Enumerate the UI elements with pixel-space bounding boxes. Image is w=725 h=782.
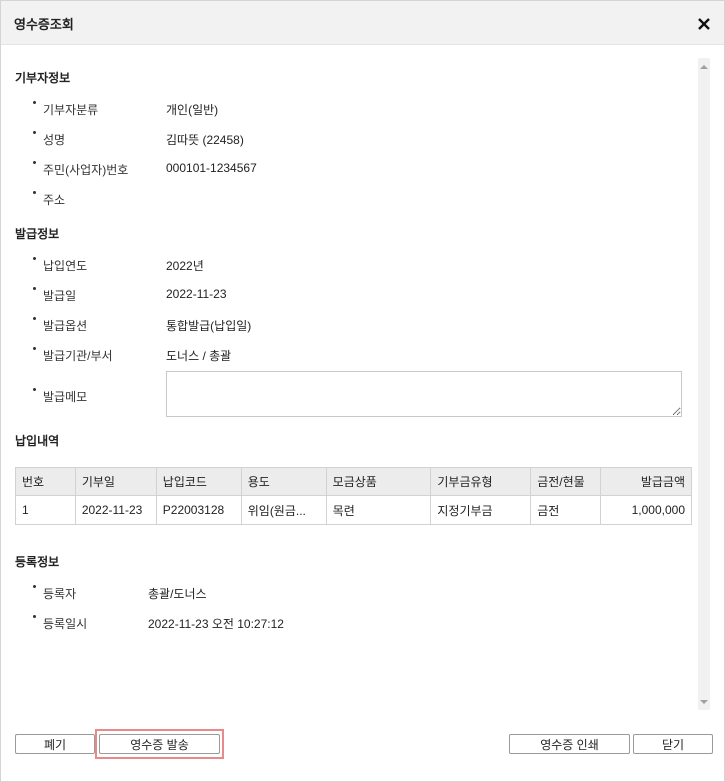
- value-registrant: 총괄/도너스: [148, 587, 207, 601]
- value-issue-option: 통합발급(납입일): [166, 319, 252, 333]
- label-issue-option: 발급옵션: [33, 317, 87, 334]
- column-header[interactable]: 납입코드: [155, 467, 242, 496]
- table-cell: 지정기부금: [430, 495, 532, 525]
- section-title-issue: 발급정보: [15, 227, 60, 241]
- column-header[interactable]: 번호: [15, 467, 76, 496]
- value-donor-type: 개인(일반): [166, 103, 219, 117]
- column-header[interactable]: 금전/현물: [530, 467, 602, 496]
- payments-table: 번호 기부일 납입코드 용도 모금상품 기부금유형 금전/현물 발급금액 1 2…: [15, 467, 692, 525]
- column-header[interactable]: 발급금액: [600, 467, 692, 496]
- table-header-row: 번호 기부일 납입코드 용도 모금상품 기부금유형 금전/현물 발급금액: [15, 467, 692, 496]
- table-cell: 1: [15, 495, 76, 525]
- value-resident-number: 000101-1234567: [166, 161, 257, 175]
- table-cell: P22003128: [155, 495, 242, 525]
- label-issue-memo: 발급메모: [33, 388, 87, 405]
- column-header[interactable]: 용도: [240, 467, 327, 496]
- dialog-titlebar: 영수증조회: [1, 1, 724, 45]
- dialog-title: 영수증조회: [14, 17, 74, 32]
- send-receipt-button[interactable]: 영수증 발송: [99, 734, 220, 754]
- column-header[interactable]: 기부일: [74, 467, 157, 496]
- value-name: 김따뜻 (22458): [166, 133, 244, 147]
- section-title-payments: 납입내역: [15, 434, 60, 448]
- table-cell: 목련: [325, 495, 432, 525]
- label-donor-type: 기부자분류: [33, 101, 98, 118]
- value-issuing-org: 도너스 / 총괄: [166, 349, 232, 363]
- label-issue-date: 발급일: [33, 287, 76, 304]
- label-name: 성명: [33, 131, 65, 148]
- label-issuing-org: 발급기관/부서: [33, 347, 113, 364]
- column-header[interactable]: 모금상품: [325, 467, 432, 496]
- receipt-dialog: 영수증조회 기부자정보 기부자분류 개인(일반) 성명 김따뜻 (22458) …: [0, 0, 725, 782]
- value-registered-at: 2022-11-23 오전 10:27:12: [148, 617, 284, 631]
- section-title-registration: 등록정보: [15, 555, 60, 569]
- scroll-down-icon[interactable]: [700, 700, 708, 704]
- content-scrollbar[interactable]: [698, 58, 710, 710]
- dialog-content: 기부자정보 기부자분류 개인(일반) 성명 김따뜻 (22458) 주민(사업자…: [1, 46, 698, 716]
- table-row[interactable]: 1 2022-11-23 P22003128 위임(원금... 목련 지정기부금…: [15, 495, 692, 525]
- table-cell: 위임(원금...: [240, 495, 327, 525]
- label-registered-at: 등록일시: [33, 615, 87, 632]
- discard-button[interactable]: 폐기: [15, 734, 95, 754]
- column-header[interactable]: 기부금유형: [430, 467, 532, 496]
- value-issue-date: 2022-11-23: [166, 287, 227, 301]
- value-payment-year: 2022년: [166, 259, 204, 273]
- print-receipt-button[interactable]: 영수증 인쇄: [509, 734, 630, 754]
- label-registrant: 등록자: [33, 585, 76, 602]
- table-cell: 2022-11-23: [74, 495, 157, 525]
- section-title-donor: 기부자정보: [15, 71, 71, 85]
- table-cell: 1,000,000: [600, 495, 692, 525]
- table-cell: 금전: [530, 495, 602, 525]
- scroll-up-icon[interactable]: [700, 65, 708, 69]
- label-address: 주소: [33, 191, 65, 208]
- close-button[interactable]: 닫기: [633, 734, 713, 754]
- close-icon[interactable]: [693, 13, 715, 35]
- label-payment-year: 납입연도: [33, 257, 87, 274]
- label-resident-number: 주민(사업자)번호: [33, 161, 128, 178]
- scrollbar-thumb[interactable]: [700, 76, 708, 693]
- issue-memo-textarea[interactable]: [166, 371, 682, 417]
